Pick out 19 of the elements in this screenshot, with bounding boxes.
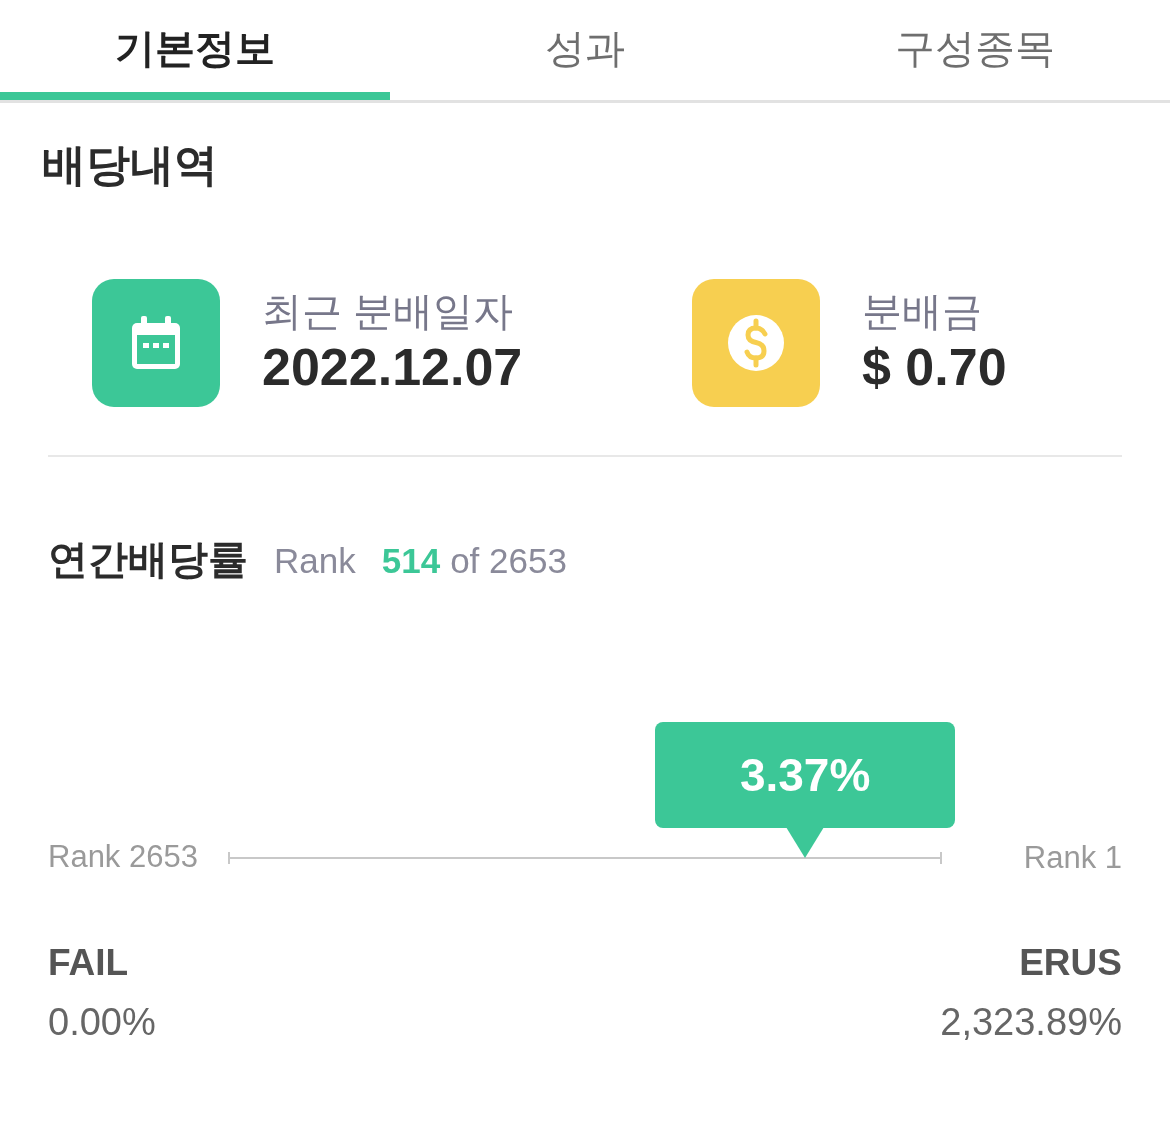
rank-label: Rank	[274, 543, 356, 578]
start-rank-label: Rank 2653	[48, 839, 198, 874]
value-tooltip: 3.37%	[655, 721, 956, 828]
tab[interactable]: 구성종목	[780, 0, 1170, 100]
rank-total: of 2653	[450, 543, 567, 578]
tab[interactable]: 기본정보	[0, 0, 390, 100]
tab[interactable]: 성과	[390, 0, 780, 100]
yield-value: 2,323.89%	[940, 1000, 1122, 1045]
info-label: 분배금	[862, 288, 983, 335]
info-label: 최근 분배일자	[262, 288, 515, 335]
end-rank-label: Rank 1	[1023, 842, 1122, 873]
section-title: 배당내역	[42, 140, 218, 189]
section-title: 연간배당률	[48, 539, 248, 579]
fund-name: FAIL	[48, 941, 129, 985]
info-value: $ 0.70	[862, 337, 1007, 398]
yield-value: 0.00%	[48, 1000, 156, 1045]
fund-name: ERUS	[1019, 941, 1122, 985]
info-value: 2022.12.07	[262, 337, 523, 398]
rank-number: 514	[381, 543, 441, 578]
